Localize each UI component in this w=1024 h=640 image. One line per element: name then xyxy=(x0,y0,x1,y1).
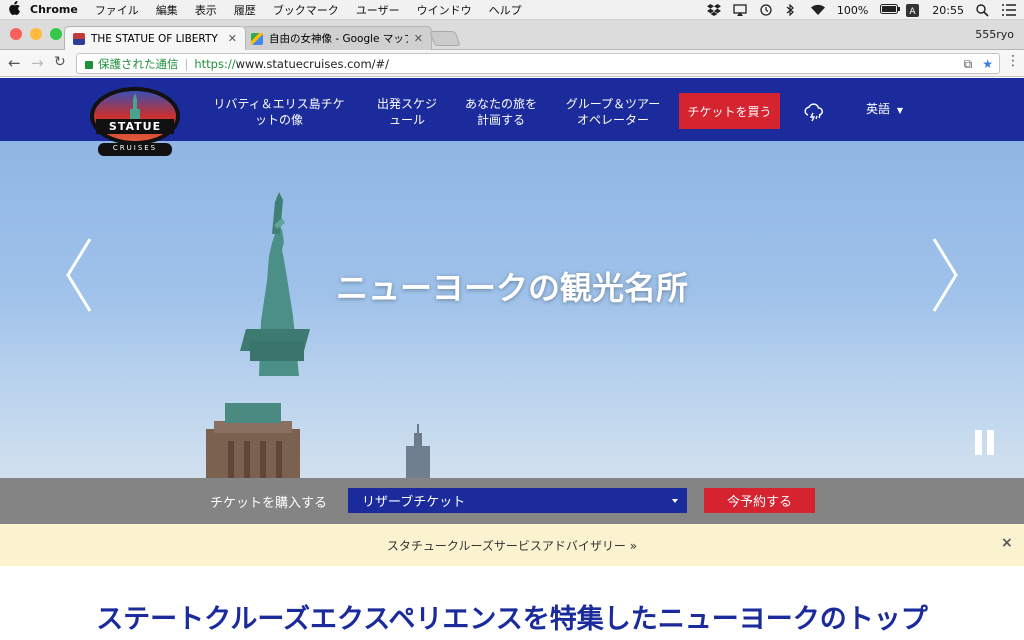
minimize-window-button[interactable] xyxy=(30,28,42,40)
profile-name[interactable]: 555ryo xyxy=(975,28,1014,41)
nav-label-line: リバティ＆エリス島チケ xyxy=(213,97,345,111)
nav-label-line: 計画する xyxy=(476,113,525,127)
ticket-type-select[interactable]: リザーブチケット xyxy=(348,488,687,513)
tab-title: 自由の女神像 - Google マップ xyxy=(269,33,408,45)
language-label: 英語 xyxy=(866,102,891,116)
battery-percent: 100% xyxy=(836,3,869,17)
buy-ticket-label: チケットを購入する xyxy=(210,496,328,511)
tab-strip: THE STATUE OF LIBERTY EXPI ✕ 自由の女神像 - Go… xyxy=(0,20,1024,50)
input-method-icon[interactable]: A xyxy=(906,4,920,17)
omnibox[interactable]: 保護された通信 | https:// www.statuecruises.com… xyxy=(76,53,1000,74)
weather-icon[interactable] xyxy=(803,103,825,127)
buy-tickets-button[interactable]: チケットを買う xyxy=(679,93,780,129)
menu-view[interactable]: 表示 xyxy=(195,2,217,18)
site-favicon-icon xyxy=(73,32,85,45)
url-text: www.statuecruises.com/#/ xyxy=(235,56,390,71)
apple-icon[interactable] xyxy=(0,0,30,19)
menu-bookmarks[interactable]: ブックマーク xyxy=(273,2,339,18)
menu-app-name[interactable]: Chrome xyxy=(30,3,78,16)
nav-group-tour-operators[interactable]: グループ＆ツアー オペレーター xyxy=(558,96,668,128)
battery-icon[interactable] xyxy=(880,4,901,16)
logo-text-top: STATUE xyxy=(108,120,162,133)
new-tab-button[interactable] xyxy=(429,31,461,46)
back-arrow-icon[interactable]: ← xyxy=(8,54,21,72)
logo-text-bottom: CRUISES xyxy=(112,144,158,152)
nav-departure-schedule[interactable]: 出発スケジ ュール xyxy=(371,96,443,128)
hero-title: ニューヨークの観光名所 xyxy=(335,269,688,307)
secure-label: 保護された通信 xyxy=(98,56,179,71)
translate-icon[interactable]: ⧉ xyxy=(964,57,973,72)
zoom-window-button[interactable] xyxy=(50,28,62,40)
close-tab-icon[interactable]: ✕ xyxy=(228,32,237,45)
dropbox-icon[interactable] xyxy=(706,4,721,16)
nav-plan-your-trip[interactable]: あなたの旅を 計画する xyxy=(460,96,542,128)
menu-help[interactable]: ヘルプ xyxy=(489,2,522,18)
service-advisory-link[interactable]: スタチュークルーズサービスアドバイザリー » xyxy=(0,537,1024,554)
hero-carousel: ニューヨークの観光名所 xyxy=(0,141,1024,478)
maps-favicon-icon xyxy=(251,32,263,45)
window-controls xyxy=(10,28,62,40)
svg-text:A: A xyxy=(910,7,917,17)
language-selector[interactable]: 英語 ▼ xyxy=(866,100,903,117)
menu-window[interactable]: ウインドウ xyxy=(417,2,472,18)
notification-center-icon[interactable] xyxy=(1002,4,1016,16)
url-separator: | xyxy=(184,56,189,71)
time-machine-icon[interactable] xyxy=(759,4,773,16)
os-menubar: Chrome ファイル 編集 表示 履歴 ブックマーク ユーザー ウインドウ ヘ… xyxy=(0,0,1024,20)
reserve-now-button[interactable]: 今予約する xyxy=(704,488,815,513)
statue-cruises-logo[interactable]: STATUE CRUISES xyxy=(88,86,182,158)
nav-label-line: 出発スケジ xyxy=(376,97,437,111)
reload-icon[interactable]: ↻ xyxy=(54,54,66,70)
caret-down-icon xyxy=(672,499,678,503)
page-headline: ステートクルーズエクスペリエンスを特集したニューヨークのトップ xyxy=(96,604,928,635)
clock[interactable]: 20:55 xyxy=(932,4,964,17)
bookmark-star-icon[interactable]: ★ xyxy=(982,57,993,72)
lock-icon xyxy=(85,60,93,69)
menu-user[interactable]: ユーザー xyxy=(356,2,400,18)
chevron-down-icon: ▼ xyxy=(896,106,903,115)
tab-google-maps[interactable]: 自由の女神像 - Google マップ ✕ xyxy=(242,26,432,50)
forward-arrow-icon[interactable]: → xyxy=(31,54,44,72)
close-advisory-icon[interactable]: × xyxy=(1001,535,1013,551)
airplay-icon[interactable] xyxy=(733,4,747,16)
menu-file[interactable]: ファイル xyxy=(95,2,139,18)
nav-label-line: ットの像 xyxy=(254,113,303,127)
menu-edit[interactable]: 編集 xyxy=(156,2,178,18)
tab-title: THE STATUE OF LIBERTY EXPI xyxy=(91,32,222,45)
statue-of-liberty-image xyxy=(206,192,430,478)
ticket-type-value: リザーブチケット xyxy=(362,495,466,510)
spotlight-search-icon[interactable] xyxy=(976,4,990,17)
menu-history[interactable]: 履歴 xyxy=(234,2,256,18)
nav-label-line: グループ＆ツアー xyxy=(565,97,661,111)
wifi-icon[interactable] xyxy=(810,4,825,16)
tab-statue-cruises[interactable]: THE STATUE OF LIBERTY EXPI ✕ xyxy=(64,26,246,50)
nav-label-line: あなたの旅を xyxy=(464,97,537,111)
url-scheme: https:// xyxy=(194,56,236,71)
pause-slideshow-icon[interactable] xyxy=(975,430,994,455)
chrome-menu-icon[interactable]: ⋮ xyxy=(1006,53,1020,69)
close-tab-icon[interactable]: ✕ xyxy=(414,32,423,45)
address-bar-row: ← → ↻ 保護された通信 | https:// www.statuecruis… xyxy=(0,50,1024,77)
service-advisory-banner: スタチュークルーズサービスアドバイザリー » × xyxy=(0,524,1024,566)
bluetooth-icon[interactable] xyxy=(785,3,799,17)
nav-label-line: ュール xyxy=(388,113,425,127)
close-window-button[interactable] xyxy=(10,28,22,40)
nav-liberty-ellis-tickets[interactable]: リバティ＆エリス島チケ ットの像 xyxy=(212,96,346,128)
nav-label-line: オペレーター xyxy=(576,113,649,127)
